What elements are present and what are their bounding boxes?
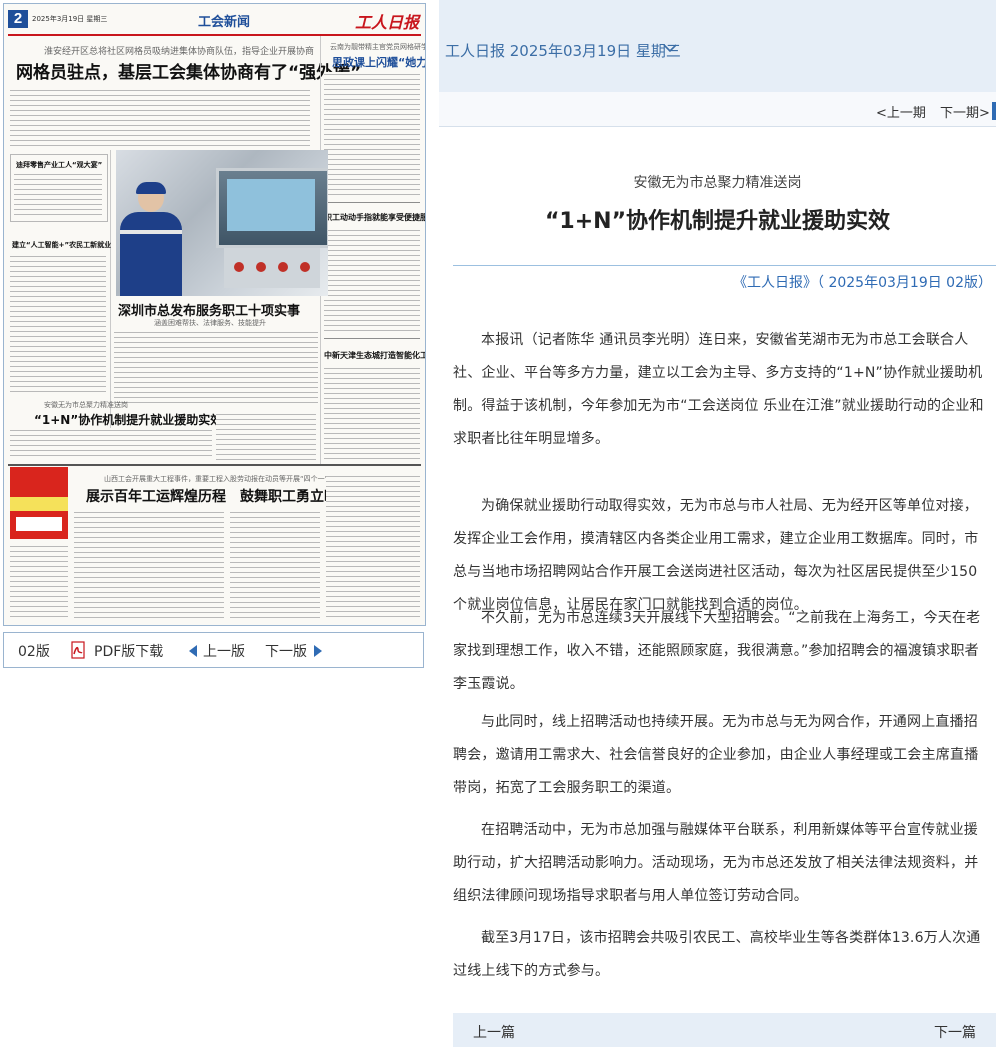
- story-body: [230, 510, 320, 620]
- story-body: [324, 72, 420, 197]
- news-photo: [116, 150, 328, 296]
- chevron-down-icon[interactable]: [663, 43, 677, 53]
- article-kicker: 安徽无为市总聚力精准送岗: [633, 175, 802, 191]
- story-subtitle[interactable]: 安徽无为市总聚力精准送岗: [44, 400, 128, 410]
- story-headline[interactable]: 思政课上闪耀“她力量”: [332, 54, 425, 70]
- article-paragraph: 不久前，无为市总连续3天开展线下大型招聘会。“之前我在上海务工，今天在老家找到理…: [453, 610, 981, 692]
- date-bar: 工人日报 2025年03月19日 星期三: [439, 0, 996, 92]
- prev-issue-link[interactable]: <上一期: [876, 102, 926, 121]
- story-body: [10, 544, 68, 620]
- divider: [324, 202, 420, 203]
- article-paragraph: 本报讯（记者陈华 通讯员李光明）连日来，安徽省芜湖市无为市总工会联合人社、企业、…: [453, 332, 984, 447]
- prev-article-link[interactable]: 上一篇: [473, 1022, 515, 1042]
- masthead-logo: 工人日报: [354, 13, 419, 32]
- story-subtitle[interactable]: 淮安经开区总将社区网格员吸纳进集体协商队伍，指导企业开展协商: [44, 44, 314, 57]
- page-date: 2025年3月19日 星期三: [32, 15, 108, 23]
- story-headline[interactable]: 迪拜零售产业工人“观大宴”: [16, 160, 102, 170]
- story-body: [10, 254, 106, 394]
- article-panel: 工人日报 2025年03月19日 星期三 <上一期 下一期> 安徽无为市总聚力精…: [439, 0, 996, 1052]
- page-number: 2: [8, 10, 28, 28]
- issue-nav-bar: <上一期 下一期>: [439, 92, 996, 127]
- story-headline[interactable]: 建立“人工智能+”农民工新就业: [12, 240, 111, 250]
- article-nav-bar: 上一篇 下一篇: [453, 1013, 996, 1047]
- story-body: [10, 88, 310, 148]
- pdf-icon[interactable]: [69, 641, 87, 659]
- next-issue-link[interactable]: 下一期>: [940, 102, 990, 121]
- page-pager: 02版 PDF版下载 上一版 下一版: [3, 632, 424, 668]
- advert-box: [10, 467, 68, 539]
- article-paragraph: 截至3月17日，该市招聘会共吸引农民工、高校毕业生等各类群体13.6万人次通过线…: [453, 930, 981, 979]
- pdf-download-link[interactable]: PDF版下载: [94, 641, 163, 661]
- divider: [324, 338, 420, 339]
- date-selector[interactable]: 工人日报 2025年03月19日 星期三: [445, 40, 681, 61]
- story-headline[interactable]: “1+N”协作机制提升就业援助实效: [34, 411, 222, 428]
- panel-buttons: [224, 248, 320, 288]
- story-body: [324, 366, 420, 462]
- story-subtitle[interactable]: 云南为靓带精主官党员网格研学: [330, 42, 425, 52]
- worker-figure: [120, 182, 182, 296]
- story-body: [14, 172, 102, 216]
- story-body: [324, 228, 420, 333]
- prev-page-link[interactable]: 上一版: [203, 641, 245, 661]
- arrow-left-icon[interactable]: [189, 645, 197, 657]
- title-divider: [453, 265, 996, 266]
- next-page-link[interactable]: 下一版: [265, 641, 307, 661]
- story-body: [114, 330, 318, 406]
- story-body: [10, 428, 212, 460]
- story-body: [74, 510, 224, 620]
- next-article-link[interactable]: 下一篇: [934, 1022, 976, 1042]
- story-subtitle[interactable]: 山西工会开展重大工程事件，重要工程入股劳动报在动员等开展“四个一”工程——: [104, 474, 356, 484]
- newspaper-panel: 2 2025年3月19日 星期三 工会新闻 工人日报 淮安经开区总将社区网格员吸…: [0, 0, 436, 1052]
- accent-marker: [992, 102, 996, 120]
- article-title: “1+N”协作机制提升就业援助实效: [544, 209, 891, 234]
- control-panel: [216, 168, 328, 248]
- story-headline[interactable]: 深圳市总发布服务职工十项实事: [118, 300, 300, 319]
- story-body: [216, 412, 316, 460]
- story-subtitle[interactable]: 涵盖困难帮扶、法律服务、技能提升: [154, 318, 266, 328]
- page-label[interactable]: 02版: [18, 641, 50, 661]
- divider: [8, 464, 421, 466]
- story-headline[interactable]: 网格员驻点，基层工会集体协商有了“强外援”: [16, 58, 361, 83]
- arrow-right-icon[interactable]: [314, 645, 322, 657]
- newspaper-page-image[interactable]: 2 2025年3月19日 星期三 工会新闻 工人日报 淮安经开区总将社区网格员吸…: [3, 3, 426, 626]
- article-source: 《工人日报》（ 2025年03月19日 02版）: [733, 275, 992, 291]
- page-header: 2 2025年3月19日 星期三 工会新闻 工人日报: [8, 8, 421, 36]
- article-paragraph: 在招聘活动中，无为市总加强与融媒体平台联系，利用新媒体等平台宣传就业援助行动，扩…: [453, 822, 979, 904]
- story-headline[interactable]: 中新天津生态城打造智能化工会驿站: [324, 350, 425, 361]
- story-headline[interactable]: 职工动动手指就能享受便捷服务: [324, 212, 425, 223]
- section-title: 工会新闻: [198, 15, 251, 30]
- article-paragraph: 与此同时，线上招聘活动也持续开展。无为市总与无为网合作，开通网上直播招聘会，邀请…: [453, 714, 979, 796]
- story-body: [326, 474, 420, 620]
